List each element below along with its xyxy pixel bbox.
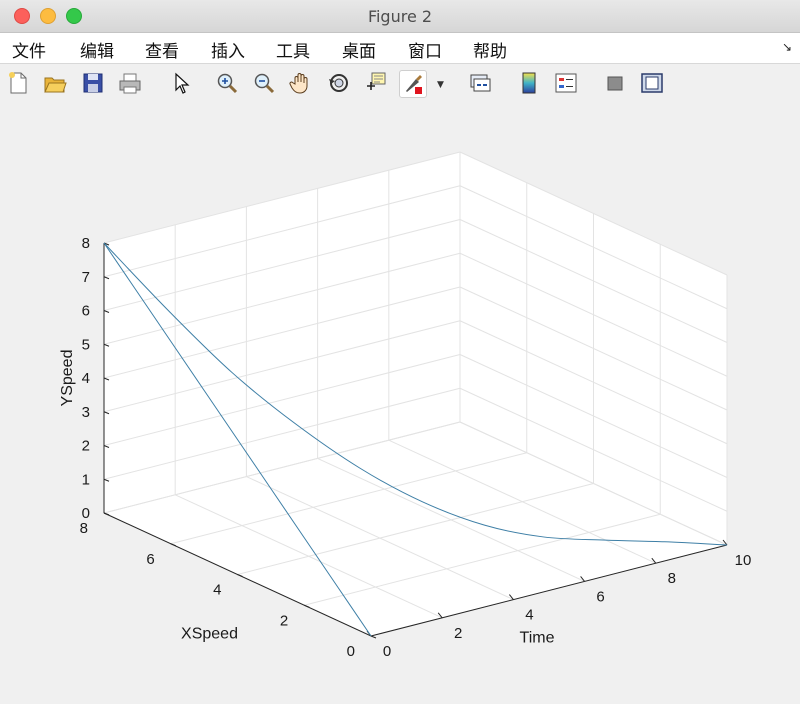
plot-3d[interactable]: 024681002468012345678TimeXSpeedYSpeed xyxy=(0,103,800,703)
hide-plot-tools-icon[interactable] xyxy=(602,70,628,96)
xspeed-tick-label: 4 xyxy=(213,582,221,599)
xspeed-axis-label: XSpeed xyxy=(181,626,238,643)
yspeed-axis-label: YSpeed xyxy=(59,350,76,407)
zoom-out-icon[interactable] xyxy=(251,70,277,96)
yspeed-tick-label: 7 xyxy=(82,269,90,286)
time-tick-label: 6 xyxy=(596,588,604,605)
yspeed-tick-label: 5 xyxy=(82,336,90,353)
time-axis-label: Time xyxy=(520,630,555,647)
menu-view[interactable]: 查看 xyxy=(145,37,179,62)
brush-icon[interactable] xyxy=(399,70,427,98)
link-plot-icon[interactable] xyxy=(467,70,493,96)
brush-dropdown-arrow-icon[interactable]: ▼ xyxy=(437,80,444,90)
window-title: Figure 2 xyxy=(367,7,433,26)
data-cursor-icon[interactable] xyxy=(363,70,389,96)
print-icon[interactable] xyxy=(117,70,143,96)
toolbar xyxy=(0,64,800,102)
menu-file[interactable]: 文件 xyxy=(12,37,46,62)
time-tick-label: 0 xyxy=(383,643,391,660)
title-bar: Figure 2 xyxy=(0,0,800,33)
legend-icon[interactable] xyxy=(553,70,579,96)
yspeed-tick-label: 0 xyxy=(82,505,90,522)
menu-edit[interactable]: 编辑 xyxy=(80,37,114,62)
menu-help[interactable]: 帮助 xyxy=(473,37,507,62)
dock-arrow-icon[interactable]: ↘ xyxy=(782,40,792,54)
xspeed-tick-label: 0 xyxy=(347,643,355,660)
yspeed-tick-label: 1 xyxy=(82,471,90,488)
time-tick-label: 2 xyxy=(454,625,462,642)
yspeed-tick-label: 8 xyxy=(82,235,90,252)
time-tick-label: 4 xyxy=(525,607,533,624)
yspeed-tick-label: 6 xyxy=(82,303,90,320)
time-tick-label: 8 xyxy=(668,570,676,587)
menu-desktop[interactable]: 桌面 xyxy=(342,37,376,62)
pointer-icon[interactable] xyxy=(168,70,194,96)
colorbar-icon[interactable] xyxy=(516,70,542,96)
menu-window[interactable]: 窗口 xyxy=(408,37,442,62)
xspeed-tick xyxy=(370,635,377,639)
menu-insert[interactable]: 插入 xyxy=(211,37,245,62)
save-icon[interactable] xyxy=(80,70,106,96)
yspeed-tick-label: 3 xyxy=(82,404,90,421)
new-figure-icon[interactable] xyxy=(5,70,31,96)
menu-bar: 文件 编辑 查看 插入 工具 桌面 窗口 帮助 ↘ xyxy=(0,33,800,64)
pan-hand-icon[interactable] xyxy=(288,70,314,96)
open-file-icon[interactable] xyxy=(42,70,68,96)
yspeed-tick-label: 4 xyxy=(82,370,90,387)
xspeed-tick-label: 6 xyxy=(146,551,154,568)
xspeed-tick-label: 8 xyxy=(80,520,88,537)
zoom-in-icon[interactable] xyxy=(214,70,240,96)
time-tick-label: 10 xyxy=(735,552,752,569)
show-plot-tools-icon[interactable] xyxy=(639,70,665,96)
menu-tools[interactable]: 工具 xyxy=(276,37,310,62)
rotate-3d-icon[interactable] xyxy=(326,70,352,96)
xspeed-tick-label: 2 xyxy=(280,612,288,629)
yspeed-tick-label: 2 xyxy=(82,438,90,455)
